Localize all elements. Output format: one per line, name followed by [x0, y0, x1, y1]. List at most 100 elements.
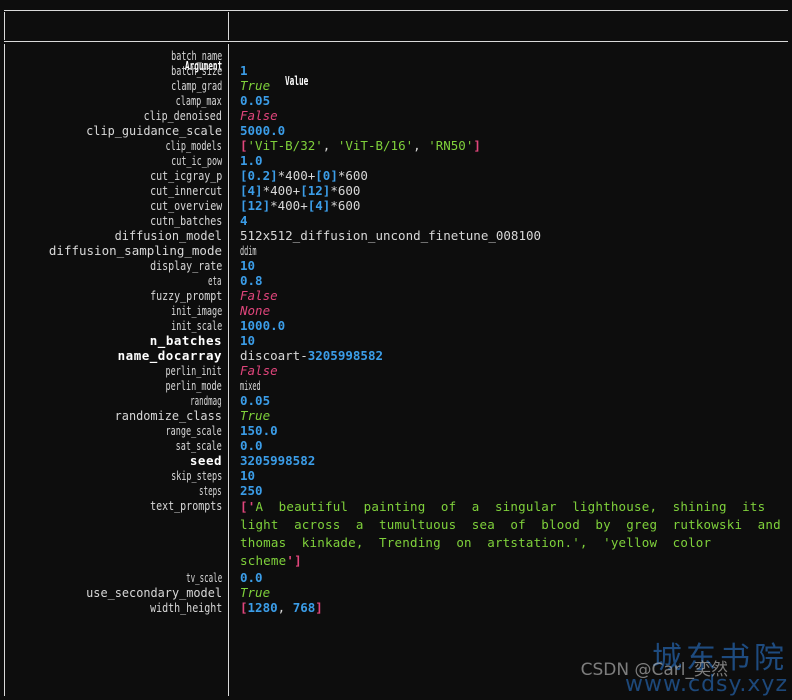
argument-label: sat_scale [10, 438, 222, 453]
argument-name: eta [208, 273, 222, 288]
table-row: clamp_grad True [0, 78, 792, 93]
argument-value: 4 [240, 213, 248, 228]
table-row: width_height [1280, 768] [0, 600, 792, 615]
argument-label: clamp_grad [10, 78, 222, 93]
watermark-site-name-cn: 城东书院 [652, 641, 788, 676]
argument-label: randomize_class [10, 408, 222, 423]
table-row: perlin_init False [0, 363, 792, 378]
table-row: seed 3205998582 [0, 453, 792, 468]
watermark-site-url: www.cdsy.xyz [625, 672, 788, 697]
argument-value: False [240, 288, 278, 303]
table-row: sat_scale 0.0 [0, 438, 792, 453]
argument-value: 10 [240, 258, 256, 273]
argument-name: width_height [149, 600, 222, 615]
argument-label: cutn_batches [10, 213, 222, 228]
argument-name: use_secondary_model [86, 585, 222, 600]
prompt-line: ['A beautiful painting of a singular lig… [240, 499, 766, 514]
argument-name: tv_scale [185, 570, 222, 585]
argument-value: [1280, 768] [240, 600, 323, 615]
argument-label: cut_overview [10, 198, 222, 213]
argument-name: n_batches [149, 333, 222, 348]
argument-value: 1000.0 [240, 318, 286, 333]
argument-name: clip_guidance_scale [86, 123, 222, 138]
table-row: cut_overview [12]*400+[4]*600 [0, 198, 792, 213]
table-row: n_batches 10 [0, 333, 792, 348]
argument-value: [4]*400+[12]*600 [240, 183, 361, 198]
argument-label: width_height [10, 600, 222, 615]
argument-value: 0.0 [240, 570, 263, 585]
watermark-csdn-author: CSDN @Carl_奕然 [580, 660, 728, 680]
table-row: eta 0.8 [0, 273, 792, 288]
table-row: randomize_class True [0, 408, 792, 423]
argument-label: batch_size [10, 63, 222, 78]
argument-value: ddim [240, 243, 257, 258]
prompt-line: thomas kinkade, Trending on artstation.'… [240, 535, 712, 550]
table-row: name_docarray discoart-3205998582 [0, 348, 792, 363]
table-header-rule [4, 41, 788, 42]
argument-value: 512x512_diffusion_uncond_finetune_008100 [240, 228, 542, 243]
argument-value: 1 [240, 63, 248, 78]
argument-value: discoart-3205998582 [240, 348, 383, 363]
table-row: clamp_max 0.05 [0, 93, 792, 108]
argument-name: cut_ic_pow [170, 153, 222, 168]
argument-value: 10 [240, 333, 256, 348]
argument-name: display_rate [149, 258, 222, 273]
table-row: init_image None [0, 303, 792, 318]
argument-value: False [240, 363, 278, 378]
table-row: clip_models ['ViT-B/32', 'ViT-B/16', 'RN5… [0, 138, 792, 153]
argument-value: None [240, 303, 271, 318]
argument-name: clamp_grad [170, 78, 222, 93]
argument-value: [0.2]*400+[0]*600 [240, 168, 368, 183]
argument-label: eta [10, 273, 222, 288]
argument-value: 0.0 [240, 438, 263, 453]
terminal-window: Argument Value batch_name batch_size 1 clam… [0, 0, 792, 700]
argument-label: clip_denoised [10, 108, 222, 123]
argument-name: batch_name [170, 48, 222, 63]
argument-name: init_scale [170, 318, 222, 333]
argument-name: batch_size [170, 63, 222, 78]
argument-name: randomize_class [114, 408, 222, 423]
argument-value: ['ViT-B/32', 'ViT-B/16', 'RN50'] [240, 138, 481, 153]
table-header-row: Argument Value [0, 13, 792, 88]
argument-name: range_scale [165, 423, 222, 438]
table-row: display_rate 10 [0, 258, 792, 273]
argument-value: False [240, 108, 278, 123]
argument-label: randmag [10, 393, 222, 408]
argument-value: True [240, 408, 271, 423]
argument-name: randmag [190, 393, 222, 408]
argument-label: seed [10, 453, 222, 468]
argument-label: cut_ic_pow [10, 153, 222, 168]
argument-label: perlin_init [10, 363, 222, 378]
argument-name: seed [189, 453, 222, 468]
argument-name: sat_scale [175, 438, 222, 453]
argument-label: init_scale [10, 318, 222, 333]
argument-name: steps [199, 483, 222, 498]
argument-value: mixed [240, 378, 261, 393]
table-row: clip_denoised False [0, 108, 792, 123]
argument-label: fuzzy_prompt [10, 288, 222, 303]
argument-name: cut_overview [149, 198, 222, 213]
argument-label: diffusion_model [10, 228, 222, 243]
table-row: clip_guidance_scale 5000.0 [0, 123, 792, 138]
table-row: perlin_mode mixed [0, 378, 792, 393]
argument-label: clip_models [10, 138, 222, 153]
table-row: cut_ic_pow 1.0 [0, 153, 792, 168]
argument-value: ['A beautiful painting of a singular lig… [240, 498, 790, 570]
argument-label: cut_icgray_p [10, 168, 222, 183]
table-row: use_secondary_model True [0, 585, 792, 600]
argument-name: init_image [170, 303, 222, 318]
table-row: cutn_batches 4 [0, 213, 792, 228]
argument-name: clip_denoised [143, 108, 222, 123]
table-row: text_prompts ['A beautiful painting of a … [0, 498, 792, 568]
table-row: diffusion_model 512x512_diffusion_uncond_… [0, 228, 792, 243]
argument-label: perlin_mode [10, 378, 222, 393]
argument-name: perlin_init [165, 363, 222, 378]
argument-name: cutn_batches [149, 213, 222, 228]
argument-value: 0.05 [240, 93, 271, 108]
table-row: randmag 0.05 [0, 393, 792, 408]
argument-name: diffusion_sampling_mode [48, 243, 222, 258]
table-row: range_scale 150.0 [0, 423, 792, 438]
argument-label: range_scale [10, 423, 222, 438]
table-row: init_scale 1000.0 [0, 318, 792, 333]
prompt-line: light across a tumultuous sea of blood b… [240, 517, 781, 532]
